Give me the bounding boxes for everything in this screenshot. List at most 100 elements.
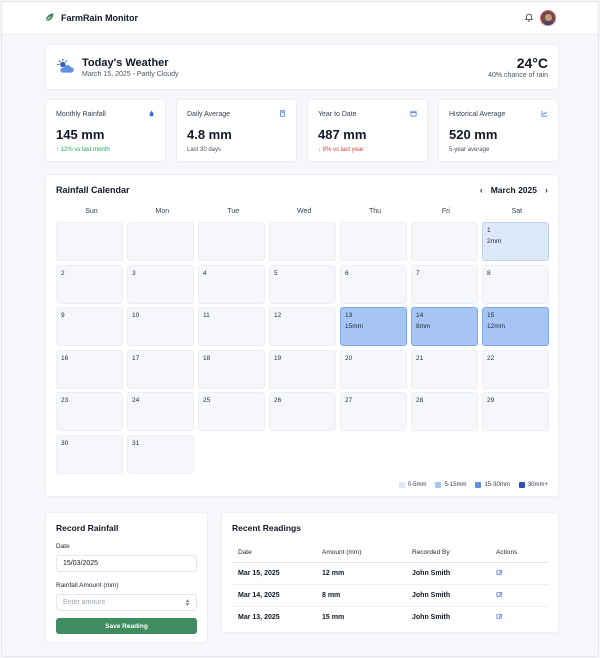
calendar-day[interactable]: 24 [127,392,194,431]
day-number: 3 [132,269,136,277]
col-actions: Actions [490,545,548,563]
stat-daily-average: Daily Average 4.8 mm Last 30 days [176,99,297,162]
prev-month-button[interactable]: ‹ [480,185,483,195]
line-chart-icon [541,110,548,119]
cell-by: John Smith [412,614,451,621]
day-rainfall: 15mm [345,323,364,330]
calendar-day[interactable]: 3 [127,264,194,304]
calendar-day[interactable]: 18 [198,349,265,389]
calendar-day[interactable]: 7 [411,264,478,304]
day-number: 24 [132,397,140,404]
calendar-empty-cell [56,222,123,261]
calendar-day[interactable]: 31 [127,434,194,474]
calendar-day[interactable]: 23 [56,392,123,431]
recent-title: Recent Readings [232,523,301,533]
stat-label: Daily Average [187,111,231,118]
calendar-day[interactable]: 14 8mm [411,307,478,346]
weather-subtitle: March 15, 2025 - Partly Cloudy [82,70,179,78]
weather-card: Today's Weather March 15, 2025 - Partly … [45,44,559,90]
cell-by: John Smith [406,562,490,585]
next-month-button[interactable]: › [545,185,548,195]
legend-label: 5-15mm [444,482,467,488]
avatar[interactable] [540,10,556,26]
day-number: 18 [203,354,211,362]
day-number: 20 [345,354,353,362]
calendar-day[interactable]: 12 [269,307,336,346]
col-amount: Amount (mm) [316,545,406,563]
day-number: 6 [345,269,349,277]
amount-placeholder: Enter amount [63,599,106,606]
save-reading-button[interactable]: Save Reading [56,618,197,634]
calendar-day[interactable]: 27 [340,392,407,431]
stat-label: Monthly Rainfall [56,111,106,118]
day-number: 26 [274,397,282,404]
calendar-day[interactable]: 1 2mm [482,222,549,261]
calendar-day[interactable]: 30 [56,434,123,474]
calendar-day[interactable]: 21 [411,349,478,389]
record-title: Record Rainfall [56,523,119,533]
calendar-empty-cell [127,222,194,261]
calendar-day[interactable]: 2 [56,264,123,304]
day-number: 27 [345,397,353,404]
calendar-day[interactable]: 17 [127,349,194,389]
cell-date: Mar 13, 2025 [238,614,280,621]
weekday-label: Fri [441,208,450,215]
calendar-day[interactable]: 15 12mm [482,307,549,346]
droplet-icon [148,110,155,119]
day-number: 2 [61,269,65,277]
cell-date: Mar 14, 2025 [232,584,316,607]
calendar-day[interactable]: 26 [269,392,336,431]
day-number: 5 [274,269,278,277]
top-bar: FarmRain Monitor [2,2,598,35]
calendar-day[interactable]: 25 [198,392,265,431]
day-number: 12 [274,312,282,319]
edit-icon[interactable] [496,570,503,578]
weekday-label: Wed [296,208,312,215]
day-number: 15 [487,312,495,319]
calendar-day[interactable]: 6 [340,264,407,304]
amount-label: Rainfall Amount (mm) [56,582,119,589]
calendar-empty-cell [340,222,407,261]
readings-table: Date Amount (mm) Recorded By Actions Mar… [232,545,548,628]
calendar-day[interactable]: 22 [482,349,549,389]
calendar-empty-cell [198,222,265,261]
day-number: 22 [487,354,495,362]
calendar-day[interactable]: 29 [482,392,549,431]
calendar-day[interactable]: 11 [198,307,265,346]
stat-note: Last 30 days [187,147,222,153]
calendar-day[interactable]: 20 [340,349,407,389]
stepper-icon[interactable]: ▲ ▼ [185,598,190,607]
calendar-day[interactable]: 13 15mm [340,307,407,346]
calendar-day[interactable]: 4 [198,264,265,304]
calendar-day[interactable]: 16 [56,349,123,389]
edit-icon[interactable] [496,614,503,622]
calendar-empty-cell [411,222,478,261]
stat-note: 5-year average [449,147,490,153]
bell-icon[interactable] [524,12,534,24]
date-label: Date [56,543,70,550]
partly-cloudy-icon [56,58,75,77]
brand[interactable]: FarmRain Monitor [44,12,138,25]
stat-year-to-date: Year to Date 487 mm ↓ 8% vs last year [307,99,428,162]
day-rainfall: 2mm [487,238,502,245]
cell-actions [490,607,548,629]
legend-swatch [398,482,405,488]
calendar-day[interactable]: 28 [411,392,478,431]
day-number: 10 [132,312,140,319]
legend-label: 0-5mm [407,482,427,488]
cell-date: Mar 15, 2025 [232,562,316,585]
day-number: 14 [416,312,424,319]
stat-value: 145 mm [56,127,105,142]
calendar-day[interactable]: 9 [56,307,123,346]
calendar-day[interactable]: 8 [482,264,549,304]
record-rainfall-form: Record Rainfall Date 15/03/2025 Rainfall… [45,512,208,643]
calendar-day[interactable]: 19 [269,349,336,389]
amount-input[interactable]: Enter amount ▲ ▼ [56,594,197,611]
edit-icon[interactable] [496,592,503,600]
date-input[interactable]: 15/03/2025 [56,555,197,572]
day-number: 19 [274,354,282,362]
calendar-day[interactable]: 10 [127,307,194,346]
legend-item: 5-15mm [435,482,466,488]
calendar-day[interactable]: 5 [269,264,336,304]
stat-label: Year to Date [318,111,357,118]
